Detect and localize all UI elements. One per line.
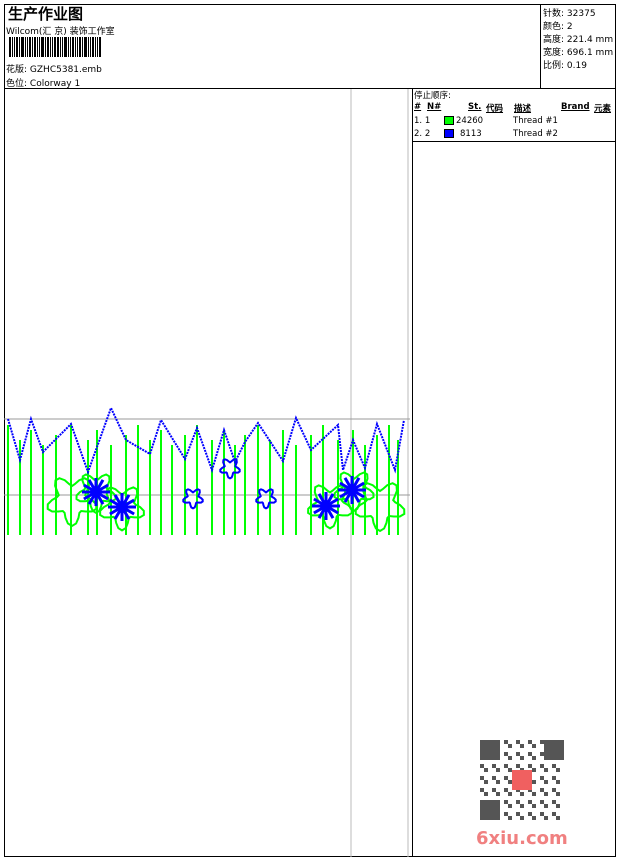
embroidery-canvas: [4, 89, 410, 857]
flower-outline: [182, 488, 204, 510]
watermark-logo: 6xiu.com: [476, 828, 568, 849]
thread2-zigzag: [7, 405, 405, 475]
qr-code: [480, 740, 564, 820]
flower-outline: [255, 488, 277, 510]
